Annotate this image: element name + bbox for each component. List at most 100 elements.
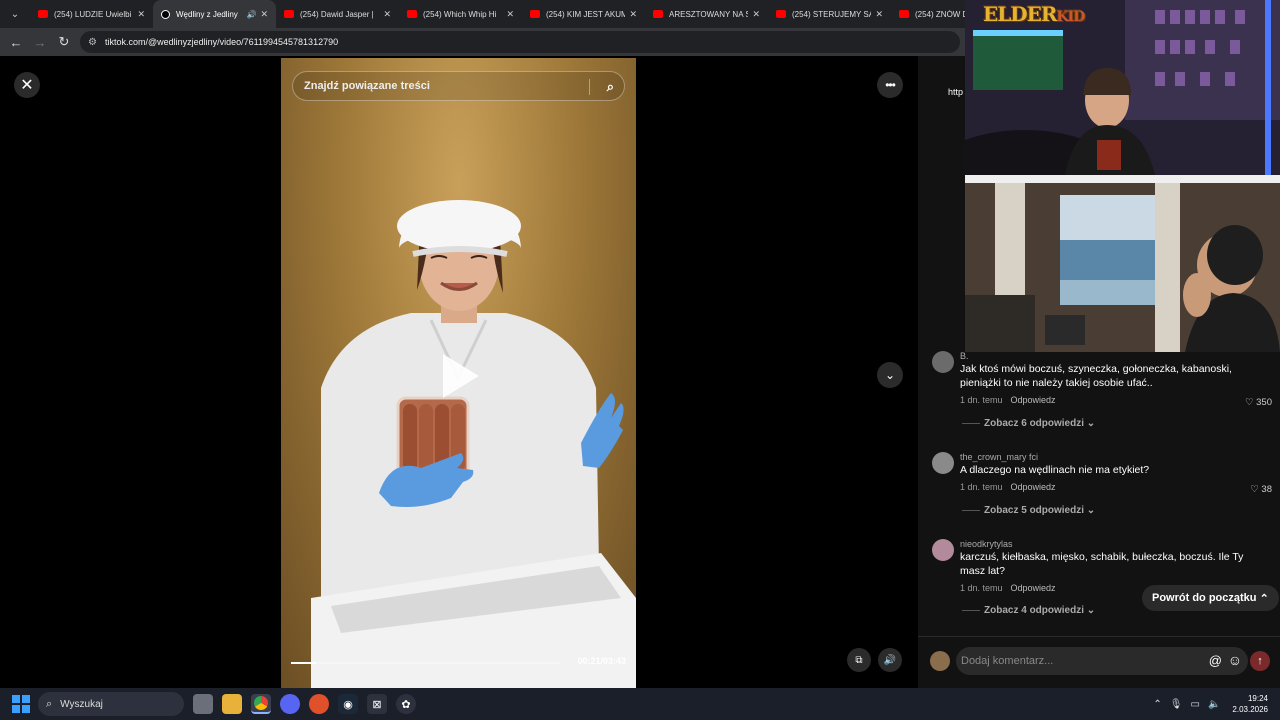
related-content-search[interactable]: Znajdź powiązane treści ⌕ (292, 71, 625, 101)
like-button[interactable]: ♡ 350 (1245, 397, 1272, 408)
file-explorer-icon[interactable] (222, 694, 242, 714)
next-video-chevron-icon[interactable]: ⌄ (877, 362, 903, 388)
back-arrow-icon[interactable]: ← (4, 30, 28, 54)
windows-taskbar: ⌕ Wyszukaj ◉ ⊠ ✿ ⌃ 🎙 ▭ 🔈 19:24 2.03.2026 (0, 688, 1280, 720)
discord-icon[interactable] (280, 694, 300, 714)
comment-input[interactable]: Dodaj komentarz... @ ☺ (956, 647, 1248, 675)
tab-close-icon[interactable]: ✕ (137, 9, 145, 20)
xbox-icon[interactable]: ⊠ (367, 694, 387, 714)
floating-player-icon[interactable]: ⧉ (847, 648, 871, 672)
send-arrow-icon[interactable]: ↑ (1250, 651, 1270, 671)
view-replies-label: Zobacz 6 odpowiedzi (984, 418, 1085, 429)
task-view-icon[interactable] (193, 694, 213, 714)
site-info-icon[interactable]: ⚙ (88, 37, 97, 48)
youtube-favicon-icon (407, 10, 417, 18)
taskbar-search[interactable]: ⌕ Wyszukaj (38, 692, 184, 716)
view-replies-label: Zobacz 5 odpowiedzi (984, 505, 1085, 516)
comment-user[interactable]: nieodkrytylas (960, 539, 1013, 549)
windows-start-icon[interactable] (12, 695, 30, 713)
tab-title: (254) Which Whip Hi (423, 9, 497, 19)
comment-time: 1 dn. temu (960, 583, 1003, 593)
comment-time: 1 dn. temu (960, 482, 1003, 492)
tab-close-icon[interactable]: ✕ (752, 9, 760, 20)
browser-tab[interactable]: (254) Which Whip Hi ✕ (399, 0, 522, 28)
address-bar[interactable]: ⚙ tiktok.com/@wedlinyzjedliny/video/7611… (80, 31, 960, 53)
browser-tab[interactable]: (254) LUDZIE Uwielbi ✕ (30, 0, 153, 28)
tab-close-icon[interactable]: ✕ (629, 9, 637, 20)
youtube-favicon-icon (899, 10, 909, 18)
reload-icon[interactable]: ↻ (52, 30, 76, 54)
view-replies-button[interactable]: Zobacz 6 odpowiedzi ⌄ (962, 418, 1095, 429)
comment-item: B. Jak ktoś mówi boczuś, szyneczka, goło… (932, 351, 1272, 441)
play-icon[interactable] (443, 354, 479, 398)
comment-user[interactable]: the_crown_mary fci (960, 452, 1038, 462)
display-icon[interactable]: ▭ (1191, 699, 1200, 710)
reply-button[interactable]: Odpowiedz (1011, 395, 1056, 405)
back-to-top-label: Powrót do początku (1152, 592, 1257, 604)
video-player-webcam (965, 175, 1280, 352)
more-options-icon[interactable]: ••• (877, 72, 903, 98)
clock-date: 2.03.2026 (1232, 705, 1268, 714)
tab-close-icon[interactable]: ✕ (506, 9, 514, 20)
taskbar-search-label: Wyszukaj (60, 698, 103, 710)
clock[interactable]: 19:24 2.03.2026 (1232, 693, 1268, 715)
mention-icon[interactable]: @ (1209, 653, 1222, 668)
youtube-favicon-icon (38, 10, 48, 18)
chatgpt-icon[interactable]: ✿ (396, 694, 416, 714)
youtube-favicon-icon (776, 10, 786, 18)
comment-composer: Dodaj komentarz... @ ☺ ↑ (918, 636, 1280, 688)
avatar[interactable] (932, 351, 954, 373)
browser-tab[interactable]: Wędliny z Jedliny 🔊 ✕ (153, 0, 276, 28)
tab-search-chevron-icon[interactable]: ⌄ (4, 3, 26, 25)
forward-arrow-icon[interactable]: → (28, 30, 52, 54)
back-to-top-button[interactable]: Powrót do początku ⌃ (1142, 585, 1279, 611)
avatar[interactable] (932, 539, 954, 561)
tab-close-icon[interactable]: ✕ (383, 9, 391, 20)
steam-icon[interactable]: ◉ (338, 694, 358, 714)
emoji-icon[interactable]: ☺ (1228, 652, 1242, 668)
avatar[interactable] (932, 452, 954, 474)
microphone-icon[interactable]: 🎙 (1170, 699, 1183, 710)
comment-meta: 1 dn. temu Odpowiedz (960, 395, 1056, 405)
tab-title: ARESZTOWANY NA S (669, 9, 749, 19)
comment-text: Jak ktoś mówi boczuś, szyneczka, gołonec… (960, 363, 1232, 389)
tab-title: Wędliny z Jedliny (176, 9, 238, 19)
video-progress-fill (291, 662, 317, 664)
reply-button[interactable]: Odpowiedz (1011, 482, 1056, 492)
chrome-icon[interactable] (251, 694, 271, 714)
browser-tab[interactable]: (254) STERUJEMY SAM✕ (768, 0, 891, 28)
webcam-scene (965, 0, 1280, 175)
clock-time: 19:24 (1247, 694, 1268, 703)
origin-icon[interactable] (309, 694, 329, 714)
tab-title: (254) Dawid Jasper | (300, 9, 374, 19)
comment-meta: 1 dn. temu Odpowiedz (960, 482, 1056, 492)
comment-item: the_crown_mary fci A dlaczego na wędlina… (932, 452, 1272, 532)
comment-user[interactable]: B. (960, 351, 969, 361)
search-placeholder: Znajdź powiązane treści (304, 80, 430, 92)
close-icon[interactable]: ✕ (14, 72, 40, 98)
video-progress-bar[interactable] (291, 662, 561, 664)
chevron-up-icon[interactable]: ⌃ (1153, 699, 1161, 710)
view-replies-button[interactable]: Zobacz 4 odpowiedzi ⌄ (962, 605, 1095, 616)
like-count: 350 (1256, 397, 1272, 408)
view-replies-button[interactable]: Zobacz 5 odpowiedzi ⌄ (962, 505, 1095, 516)
browser-tab[interactable]: ARESZTOWANY NA S ✕ (645, 0, 768, 28)
tiktok-favicon-icon (161, 9, 170, 19)
share-link-partial[interactable]: http (948, 87, 963, 97)
speaker-icon[interactable]: 🔈 (1208, 699, 1220, 710)
like-button[interactable]: ♡ 38 (1250, 484, 1272, 495)
elderkid-logo: ELDERKID (983, 2, 1086, 26)
browser-tab[interactable]: (254) Dawid Jasper | ✕ (276, 0, 399, 28)
avatar (930, 651, 950, 671)
tab-audio-icon[interactable]: 🔊 (246, 10, 256, 19)
search-icon[interactable]: ⌕ (607, 79, 614, 95)
tab-close-icon[interactable]: ✕ (260, 9, 268, 20)
comment-meta: 1 dn. temu Odpowiedz (960, 583, 1056, 593)
tab-close-icon[interactable]: ✕ (875, 9, 883, 20)
browser-tab[interactable]: (254) KIM JEST AKUM ✕ (522, 0, 645, 28)
volume-icon[interactable]: 🔊 (878, 648, 902, 672)
video-player[interactable]: Znajdź powiązane treści ⌕ 00:21/03:43 (281, 58, 636, 688)
reply-button[interactable]: Odpowiedz (1011, 583, 1056, 593)
logo-suffix: KID (1056, 9, 1086, 25)
tab-title: (254) KIM JEST AKUM (546, 9, 626, 19)
